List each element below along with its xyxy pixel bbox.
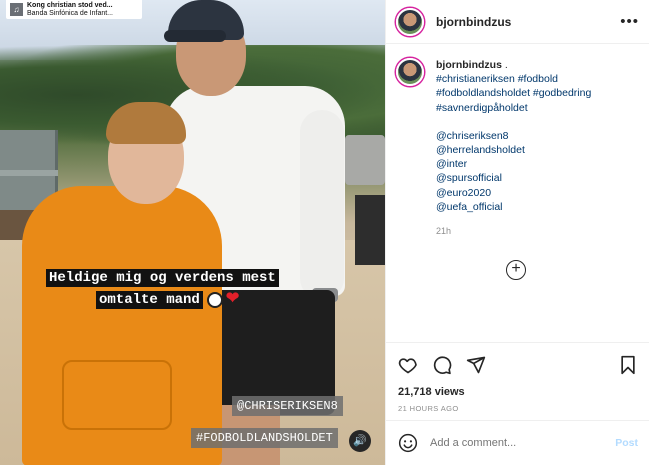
post-media[interactable]: ♫ Kong christian stod ved... Banda Sinfó… [0,0,385,465]
caption-suffix: . [501,59,508,71]
more-dots-icon[interactable]: ••• [620,14,639,29]
music-note-icon: ♫ [10,3,23,16]
caption-text: bjornbindzus . #christianeriksen #fodbol… [436,58,591,342]
heart-icon[interactable] [398,355,418,375]
comment-input[interactable] [430,437,600,449]
red-heart-icon: ❤ [225,290,240,308]
comment-bar: Post [386,420,649,465]
music-title: Kong christian stod ved... [27,1,113,9]
mention-link[interactable]: @euro2020 [436,186,591,200]
music-artist: Banda Sinfónica de Infant... [27,9,114,17]
beach-chair [345,135,385,185]
mention-sticker[interactable]: @CHRISERIKSEN8 [232,396,343,416]
smiley-icon[interactable] [398,433,418,453]
instagram-post: ♫ Kong christian stod ved... Banda Sinfó… [0,0,649,465]
action-bar: 21,718 views 21 HOURS AGO [386,342,649,413]
speaker-icon[interactable]: 🔊 [349,430,371,452]
bin [355,195,385,265]
mention-link[interactable]: @herrelandsholdet [436,143,591,157]
cap-brim [164,30,226,42]
overlay-line-2: omtalte mand [96,291,203,310]
mention-link[interactable]: @inter [436,157,591,171]
overlay-line-1: Heldige mig og verdens mest [46,269,279,287]
hoodie-pocket [62,360,172,430]
caption-area: bjornbindzus . #christianeriksen #fodbol… [386,44,649,342]
post-comment-button[interactable]: Post [615,437,638,449]
mention-link[interactable]: @uefa_official [436,200,591,214]
comment-bubble-icon[interactable] [432,355,452,375]
bookmark-icon[interactable] [618,355,638,375]
mention-link[interactable]: @spursofficial [436,171,591,185]
paper-plane-icon[interactable] [466,355,486,375]
post-header: bjornbindzus ••• [386,0,649,44]
hashtag-line[interactable]: #fodboldlandsholdet #godbedring [436,86,591,100]
caption-age: 21h [436,226,452,237]
music-sticker[interactable]: ♫ Kong christian stod ved... Banda Sinfó… [6,0,142,19]
boy-hair [106,102,186,144]
music-info: Kong christian stod ved... Banda Sinfóni… [27,2,113,18]
avatar[interactable] [396,7,424,36]
caption-avatar[interactable] [396,58,424,86]
view-count[interactable]: 21,718 views [398,386,638,398]
hashtag-line[interactable]: #savnerdigpåholdet [436,101,591,115]
soccer-ball-icon [206,291,223,308]
hashtag-line[interactable]: #christianeriksen #fodbold [436,72,591,86]
plus-circle-icon[interactable]: + [506,260,526,280]
post-side-panel: bjornbindzus ••• bjornbindzus . #christi… [385,0,649,465]
hashtag-sticker[interactable]: #FODBOLDLANDSHOLDET [191,428,338,448]
man-arm [300,110,344,300]
header-username[interactable]: bjornbindzus [436,15,511,29]
post-timestamp[interactable]: 21 HOURS AGO [398,404,638,413]
caption-username[interactable]: bjornbindzus [436,59,502,71]
mention-link[interactable]: @chriseriksen8 [436,129,591,143]
